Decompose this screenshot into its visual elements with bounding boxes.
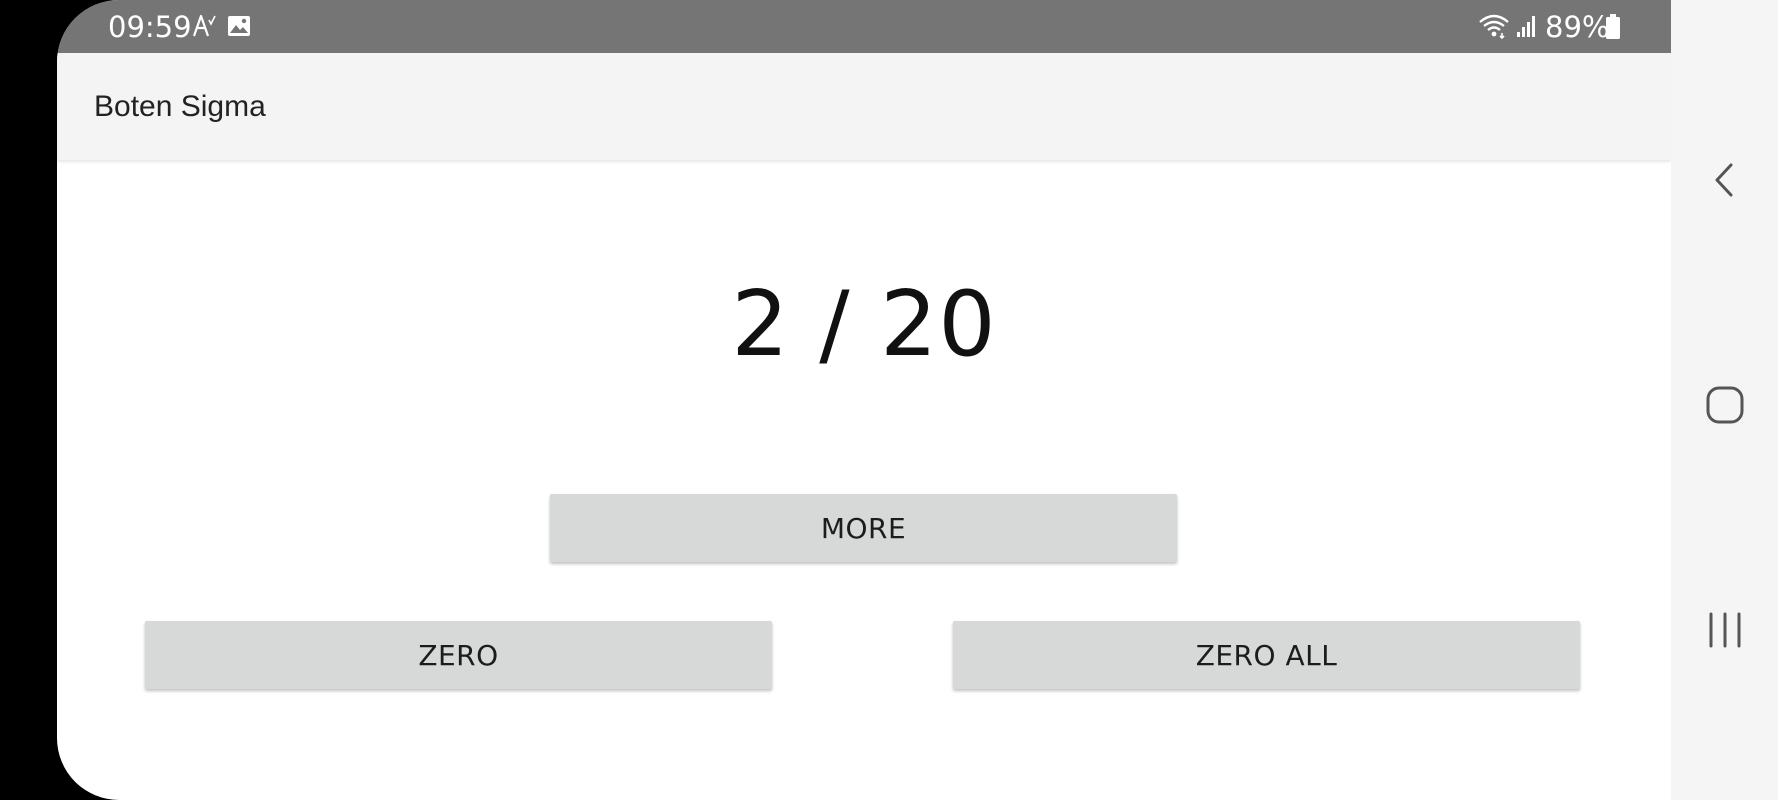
battery-percent: 89%	[1545, 10, 1610, 44]
app-bar: Boten Sigma	[57, 53, 1671, 160]
recents-icon	[1709, 612, 1740, 648]
back-icon	[1715, 163, 1732, 197]
app-title: Boten Sigma	[94, 90, 266, 123]
zero-button[interactable]: ZERO	[145, 621, 772, 689]
screen: 09:59 89% Boten Sigma 2 / 20 MORE ZERO Z…	[0, 0, 1778, 800]
counter-display: 2 / 20	[731, 272, 997, 377]
zero-all-button[interactable]: ZERO ALL	[953, 621, 1580, 689]
home-icon	[1706, 386, 1743, 424]
home-button[interactable]	[1671, 350, 1778, 460]
status-time: 09:59	[108, 10, 192, 44]
wifi-icon	[1479, 14, 1509, 39]
navigation-bar	[1671, 0, 1778, 800]
battery-icon	[1606, 14, 1620, 39]
app-display: 09:59 89% Boten Sigma 2 / 20 MORE ZERO Z…	[57, 0, 1671, 800]
back-button[interactable]	[1671, 125, 1778, 235]
image-icon	[228, 16, 250, 36]
recents-button[interactable]	[1671, 575, 1778, 685]
signal-icon	[1517, 16, 1535, 37]
status-bar: 09:59 89%	[57, 0, 1671, 53]
a-icon	[192, 14, 216, 37]
more-button[interactable]: MORE	[550, 494, 1177, 562]
